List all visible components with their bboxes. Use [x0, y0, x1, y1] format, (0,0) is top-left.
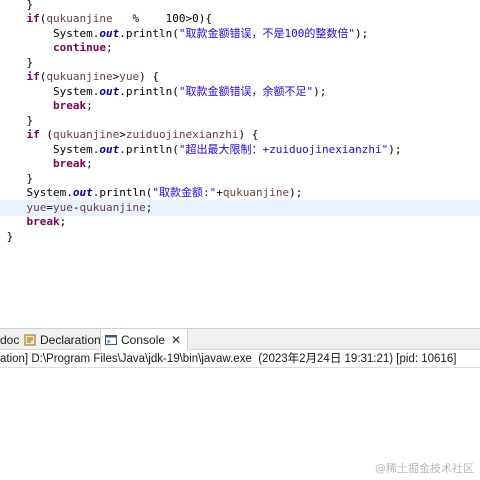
tab-declaration[interactable]: Declaration [24, 329, 101, 350]
code-token: "超出最大限制：+zuiduojinexianzhi" [178, 142, 389, 156]
code-token: ; [86, 157, 93, 171]
code-token: zuiduojinexianzhi [125, 128, 239, 142]
console-status-line: ation] D:\Program Files\Java\jdk-19\bin\… [0, 350, 480, 368]
code-token: ); [313, 84, 327, 98]
code-token: out [99, 26, 120, 40]
code-token: qukuanjine [46, 12, 113, 26]
code-token: out [72, 186, 93, 200]
code-token: ; [145, 200, 153, 214]
code-token: "取款金额:" [152, 186, 217, 200]
code-token: } [0, 171, 34, 185]
code-token: > [119, 128, 126, 142]
code-token: qukuanjine [53, 128, 120, 142]
code-token: .println( [119, 84, 179, 98]
code-token: System. [0, 186, 73, 200]
code-token: .println( [92, 186, 153, 200]
code-token: ; [105, 41, 113, 55]
code-token: System. [0, 142, 100, 156]
code-token: } [0, 0, 34, 11]
bottom-panel: doc Declaration Console ✕ ation] D:\Prog… [0, 322, 480, 480]
code-token: break [52, 157, 87, 171]
code-token: .println( [119, 26, 179, 40]
code-token: if [26, 128, 40, 142]
code-token: qukuanjine [46, 70, 113, 84]
code-token: break [26, 215, 60, 229]
code-line[interactable]: } [0, 229, 480, 245]
code-token: ; [86, 99, 93, 113]
tab-javadoc-label: doc [0, 332, 20, 347]
code-editor[interactable]: } if(qukuanjine % 100>0){ System.out.pri… [0, 0, 480, 322]
code-token: "取款金额错误，余额不足" [178, 84, 314, 98]
code-token: + [216, 186, 223, 200]
code-token: out [99, 84, 120, 98]
code-token: } [0, 229, 14, 243]
code-token: ; [59, 215, 67, 229]
code-token: qukuanjine [222, 186, 290, 200]
code-token: = [46, 200, 53, 214]
code-token: System. [0, 84, 100, 98]
code-token: yue [119, 70, 140, 84]
tab-console-label: Console [121, 333, 166, 347]
watermark: @稀土掘金技术社区 [375, 462, 474, 475]
tab-console[interactable]: Console ✕ [100, 329, 189, 351]
code-token: ( [39, 128, 53, 142]
tab-declaration-label: Declaration [40, 332, 101, 347]
code-token: } [0, 113, 34, 127]
code-token: - [72, 200, 80, 214]
code-token: break [52, 99, 87, 113]
code-token: out [99, 142, 120, 156]
code-token: } [0, 55, 34, 69]
code-token: ); [354, 26, 369, 40]
tab-javadoc[interactable]: doc [0, 329, 19, 350]
code-token: .println( [119, 142, 179, 156]
code-token: if [26, 12, 40, 26]
code-token: ); [289, 186, 303, 200]
code-token: System. [0, 26, 100, 40]
code-token: ) { [139, 70, 159, 84]
code-token: "取款金额错误，不是100的整数倍" [178, 26, 355, 40]
panel-tab-bar: doc Declaration Console ✕ [0, 328, 480, 351]
code-token: qukuanjine [79, 200, 146, 214]
code-token: yue [26, 200, 47, 214]
code-token: ) { [238, 128, 259, 142]
code-token: if [26, 70, 40, 84]
code-token: yue [53, 200, 73, 214]
code-token: continue [52, 41, 106, 55]
code-token: % 100>0){ [112, 12, 212, 26]
close-icon[interactable]: ✕ [171, 333, 181, 347]
console-icon [105, 334, 117, 346]
code-token: ); [388, 142, 402, 156]
declaration-icon [24, 334, 36, 346]
